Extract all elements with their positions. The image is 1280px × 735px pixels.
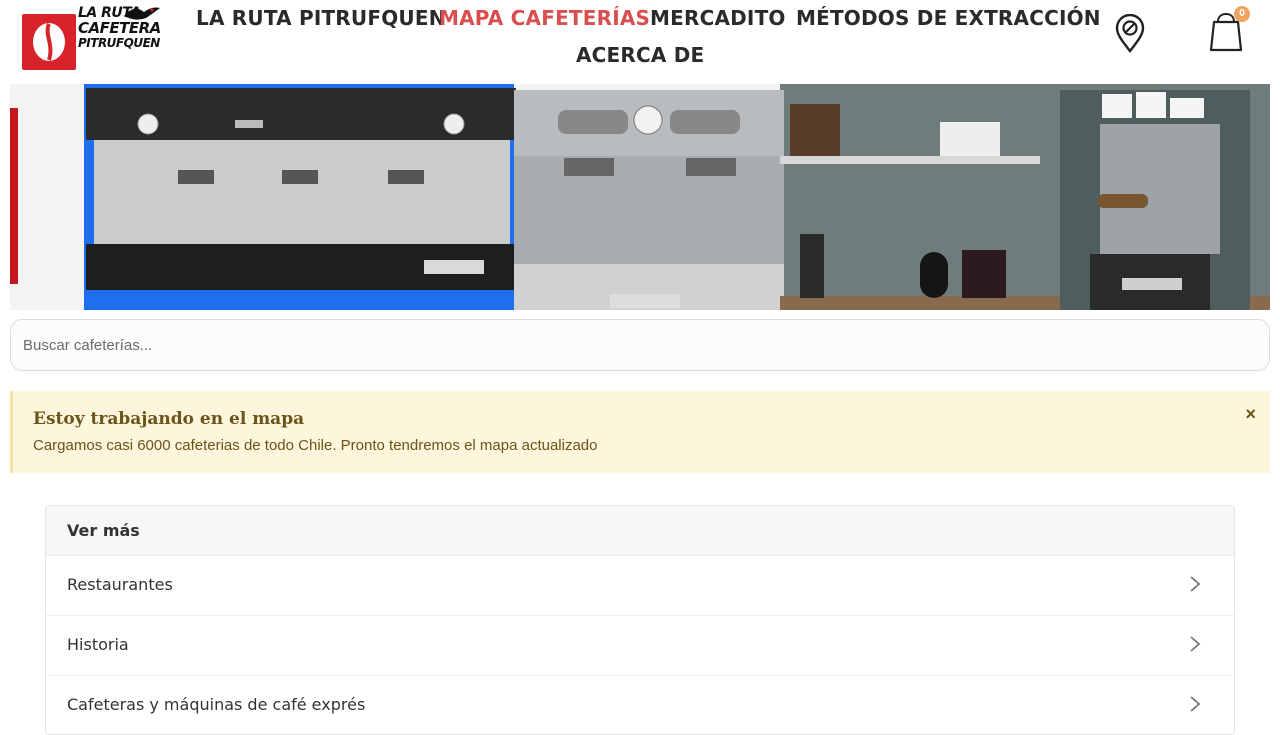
chevron-right-icon [1190, 696, 1201, 712]
chevron-right-icon [1190, 576, 1201, 592]
alert-message: Cargamos casi 6000 cafeterias de todo Ch… [33, 437, 598, 454]
map-pin-icon[interactable] [1113, 13, 1147, 59]
coffee-bean-logo-icon [22, 14, 76, 70]
search-input[interactable] [23, 320, 1253, 370]
list-item-label: Restaurantes [67, 575, 173, 594]
search-box [10, 319, 1270, 371]
info-alert: Estoy trabajando en el mapa Cargamos cas… [10, 391, 1270, 473]
site-logo[interactable]: LA RUTA CAFETERA PITRUFQUEN [20, 2, 161, 74]
nav-mercadito[interactable]: MERCADITO [650, 6, 786, 30]
main-nav: LA RUTA PITRUFQUEN MAPA CAFETERÍAS MERCA… [186, 0, 1101, 82]
ver-mas-header: Ver más [46, 506, 1234, 556]
close-icon[interactable]: × [1245, 405, 1256, 423]
ver-mas-panel: Ver más Restaurantes Historia Cafeteras … [45, 505, 1235, 735]
nav-metodos-de-extraccion[interactable]: MÉTODOS DE EXTRACCIÓN [796, 6, 1101, 30]
hero-banner [10, 84, 1270, 310]
cart-count-badge: 0 [1234, 6, 1250, 22]
list-item-cafeteras-y-maquinas[interactable]: Cafeteras y máquinas de café exprés [46, 676, 1234, 734]
nav-mapa-cafeterias[interactable]: MAPA CAFETERÍAS [439, 6, 650, 30]
nav-acerca-de[interactable]: ACERCA DE [576, 43, 704, 67]
list-item-restaurantes[interactable]: Restaurantes [46, 556, 1234, 616]
ver-mas-title: Ver más [67, 521, 140, 540]
logo-line-3: PITRUFQUEN [78, 36, 160, 50]
nav-la-ruta-pitrufquen[interactable]: LA RUTA PITRUFQUEN [196, 6, 446, 30]
alert-title: Estoy trabajando en el mapa [33, 409, 305, 429]
list-item-historia[interactable]: Historia [46, 616, 1234, 676]
shopping-bag-icon[interactable]: 0 [1208, 6, 1250, 59]
espresso-machines-image [86, 88, 1270, 310]
list-item-label: Historia [67, 635, 129, 654]
list-item-label: Cafeteras y máquinas de café exprés [67, 695, 366, 714]
site-header: LA RUTA CAFETERA PITRUFQUEN LA RUTA PITR… [0, 0, 1280, 82]
bird-logo-icon [124, 7, 160, 20]
chevron-right-icon [1190, 636, 1201, 652]
